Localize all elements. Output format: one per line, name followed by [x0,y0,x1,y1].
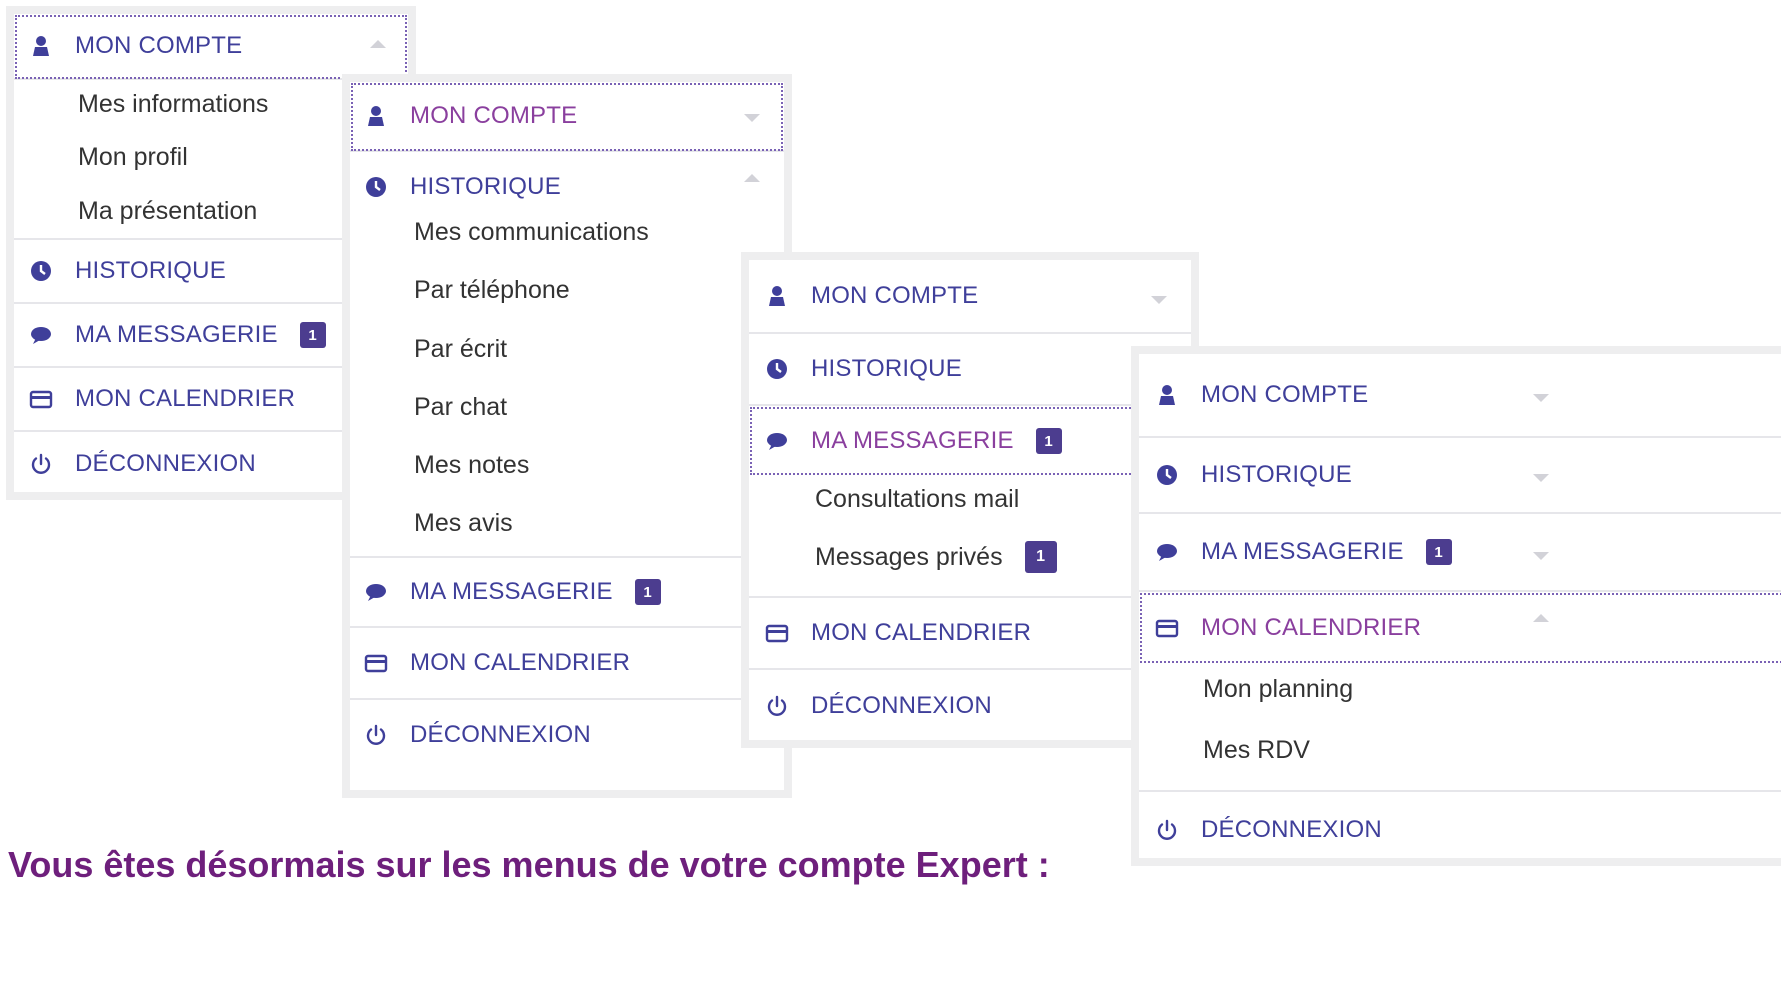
unread-count-badge: 1 [299,322,326,348]
power-icon [765,694,789,718]
menu-item-label: MA MESSAGERIE [410,578,613,605]
menu-item-label: MON COMPTE [410,102,578,129]
chat-bubble-icon [29,323,53,347]
menu-item-label: MON CALENDRIER [811,619,1032,646]
menu-panel-calendrier-open: MON COMPTE HISTORIQUE MA MESSAGERIE 1 MO… [1131,346,1781,866]
menu-item-mon-calendrier[interactable]: MON CALENDRIER [350,628,784,700]
menu-item-ma-messagerie[interactable]: MA MESSAGERIE 1 [1139,514,1781,592]
clock-icon [364,175,388,199]
submenu-item-mes-rdv[interactable]: Mes RDV [1139,714,1781,786]
submenu-historique: Mes communications Par téléphone Par écr… [350,204,784,558]
user-icon [765,284,789,308]
menu-item-mon-compte[interactable]: MON COMPTE [1139,354,1781,438]
menu-item-mon-compte[interactable]: MON COMPTE [350,82,784,152]
menu-item-label: HISTORIQUE [1201,461,1352,488]
submenu-item-par-ecrit[interactable]: Par écrit [350,320,784,378]
chevron-down-icon[interactable] [1151,296,1167,304]
chevron-down-icon[interactable] [1533,394,1549,402]
menu-item-deconnexion[interactable]: DÉCONNEXION [350,700,784,770]
calendar-icon [29,387,53,411]
menu-item-mon-compte[interactable]: MON COMPTE [749,260,1191,334]
menu-item-label: MON CALENDRIER [75,385,296,412]
submenu-item-par-chat[interactable]: Par chat [350,378,784,436]
submenu-ma-messagerie: Consultations mail Messages privés 1 [749,476,1191,598]
menu-item-label: HISTORIQUE [410,173,561,200]
unread-count-badge: 1 [634,579,661,605]
menu-item-historique[interactable]: HISTORIQUE [350,152,784,222]
submenu-item-mes-avis[interactable]: Mes avis [350,494,784,552]
menu-item-label: MA MESSAGERIE [811,427,1014,454]
menu-item-label: MON COMPTE [811,282,979,309]
chevron-down-icon[interactable] [744,114,760,122]
power-icon [364,723,388,747]
submenu-item-par-telephone[interactable]: Par téléphone [350,260,784,320]
menu-item-label: HISTORIQUE [811,355,962,382]
submenu-item-mon-planning[interactable]: Mon planning [1139,664,1781,714]
chat-bubble-icon [765,429,789,453]
menu-item-ma-messagerie[interactable]: MA MESSAGERIE 1 [749,406,1191,476]
menu-item-historique[interactable]: HISTORIQUE [749,334,1191,406]
menu-item-ma-messagerie[interactable]: MA MESSAGERIE 1 [350,558,784,628]
unread-count-badge: 1 [1024,541,1057,573]
power-icon [29,452,53,476]
chat-bubble-icon [364,580,388,604]
menu-item-label: DÉCONNEXION [410,721,591,748]
submenu-item-messages-prives[interactable]: Messages privés 1 [749,522,1191,592]
clock-icon [765,357,789,381]
caption-text: Vous êtes désormais sur les menus de vot… [8,844,1050,885]
calendar-icon [364,651,388,675]
menu-panel-historique-open: MON COMPTE HISTORIQUE Mes communications… [342,74,792,798]
chevron-down-icon[interactable] [1533,474,1549,482]
menu-item-label: HISTORIQUE [75,257,226,284]
user-icon [29,34,53,58]
menu-item-deconnexion[interactable]: DÉCONNEXION [1139,792,1781,858]
user-icon [1155,383,1179,407]
menu-item-mon-calendrier[interactable]: MON CALENDRIER [1139,592,1781,664]
menu-item-deconnexion[interactable]: DÉCONNEXION [749,670,1191,740]
calendar-icon [765,621,789,645]
menu-item-label: MON COMPTE [1201,381,1369,408]
clock-icon [29,259,53,283]
chevron-up-icon[interactable] [744,174,760,182]
menu-item-label: DÉCONNEXION [1201,816,1382,843]
user-icon [364,104,388,128]
chevron-up-icon[interactable] [1533,614,1549,622]
menu-item-label: MON COMPTE [75,32,243,59]
menu-item-label: MON CALENDRIER [410,649,631,676]
clock-icon [1155,463,1179,487]
menu-item-label: MA MESSAGERIE [75,321,278,348]
power-icon [1155,818,1179,842]
submenu-mon-calendrier: Mon planning Mes RDV [1139,664,1781,792]
unread-count-badge: 1 [1425,539,1452,565]
chat-bubble-icon [1155,540,1179,564]
submenu-item-mes-notes[interactable]: Mes notes [350,436,784,494]
menu-item-historique[interactable]: HISTORIQUE [1139,438,1781,514]
menu-item-mon-compte[interactable]: MON COMPTE [14,14,408,80]
unread-count-badge: 1 [1035,428,1062,454]
menu-item-label: MA MESSAGERIE [1201,538,1404,565]
menu-item-label: DÉCONNEXION [811,692,992,719]
submenu-item-consultations-mail[interactable]: Consultations mail [749,476,1191,522]
menu-item-mon-calendrier[interactable]: MON CALENDRIER [749,598,1191,670]
chevron-down-icon[interactable] [1533,552,1549,560]
menu-item-label: DÉCONNEXION [75,450,256,477]
menu-item-label: MON CALENDRIER [1201,614,1422,641]
chevron-up-icon[interactable] [370,40,386,48]
calendar-icon [1155,616,1179,640]
